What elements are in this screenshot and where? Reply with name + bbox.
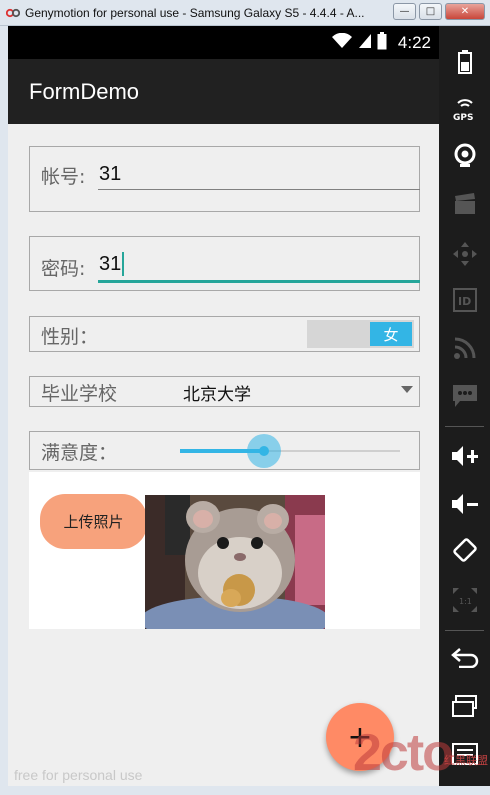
svg-text:1:1: 1:1 — [459, 597, 472, 606]
text-cursor — [122, 252, 124, 276]
rotate-icon[interactable] — [449, 534, 481, 566]
photo-area: 上传照片 — [29, 472, 420, 629]
app-title: FormDemo — [29, 79, 140, 104]
chevron-down-icon[interactable] — [401, 386, 413, 393]
gender-toggle-thumb[interactable]: 女 — [370, 322, 412, 346]
svg-text:GPS: GPS — [453, 113, 473, 121]
window-title: Genymotion for personal use - Samsung Ga… — [25, 5, 365, 20]
camera-icon[interactable] — [449, 140, 481, 172]
password-row: 密码: 31 — [29, 236, 420, 291]
password-label: 密码: — [41, 258, 86, 280]
satisfaction-row: 满意度： — [29, 431, 420, 470]
toolbar-separator — [445, 426, 484, 427]
brand-watermark-sub: 红黑联盟 — [444, 754, 488, 767]
gender-toggle[interactable]: 女 — [307, 320, 414, 348]
watermark-text: free for personal use — [14, 767, 143, 783]
account-row: 帐号: 31 — [29, 146, 420, 212]
account-input-underline — [98, 189, 420, 190]
gender-label: 性别： — [41, 326, 99, 348]
school-spinner[interactable]: 北京大学 — [183, 380, 251, 405]
gender-row: 性别： 女 — [29, 316, 420, 352]
rss-icon[interactable] — [449, 332, 481, 364]
password-input-underline — [98, 280, 420, 283]
emulator-toolbar: GPS ID 1:1 — [439, 26, 490, 786]
status-time: 4:22 — [397, 33, 431, 52]
battery-status-icon — [377, 32, 387, 54]
action-bar: FormDemo — [8, 59, 439, 124]
dpad-icon[interactable] — [449, 238, 481, 270]
svg-text:ID: ID — [458, 295, 471, 308]
account-label: 帐号: — [41, 166, 86, 188]
wifi-icon — [331, 32, 353, 53]
signal-icon — [358, 33, 372, 53]
chinchilla-photo — [145, 495, 325, 629]
upload-photo-button[interactable]: 上传照片 — [40, 494, 147, 549]
maximize-button[interactable]: □ — [419, 3, 442, 20]
satisfaction-label: 满意度： — [41, 442, 118, 464]
window-titlebar: Genymotion for personal use - Samsung Ga… — [0, 0, 490, 26]
minimize-button[interactable]: — — [393, 3, 416, 20]
password-input[interactable]: 31 — [99, 253, 121, 276]
volume-down-icon[interactable] — [449, 488, 481, 520]
school-row: 毕业学校 北京大学 — [29, 376, 420, 407]
video-icon[interactable] — [449, 188, 481, 220]
back-icon[interactable] — [449, 642, 481, 674]
id-icon[interactable]: ID — [449, 284, 481, 316]
scale-icon[interactable]: 1:1 — [449, 584, 481, 616]
window-frame-bottom — [0, 786, 490, 795]
toolbar-separator — [445, 630, 484, 631]
brand-watermark: 2cto — [353, 724, 454, 782]
recent-apps-icon[interactable] — [449, 690, 481, 722]
status-bar: 4:22 — [8, 26, 439, 59]
gps-icon[interactable]: GPS — [449, 92, 481, 124]
account-input[interactable]: 31 — [99, 163, 121, 186]
window-frame-left — [0, 26, 8, 795]
close-button[interactable]: ✕ — [445, 3, 485, 20]
volume-up-icon[interactable] — [449, 440, 481, 472]
device-screen: 4:22 FormDemo 帐号: 31 密码: 31 性别： 女 毕业学校 北… — [8, 26, 439, 786]
genymotion-icon — [5, 5, 21, 21]
satisfaction-slider-thumb[interactable] — [258, 446, 269, 456]
sms-icon[interactable] — [449, 380, 481, 412]
battery-icon[interactable] — [449, 46, 481, 78]
school-label: 毕业学校 — [41, 383, 118, 405]
